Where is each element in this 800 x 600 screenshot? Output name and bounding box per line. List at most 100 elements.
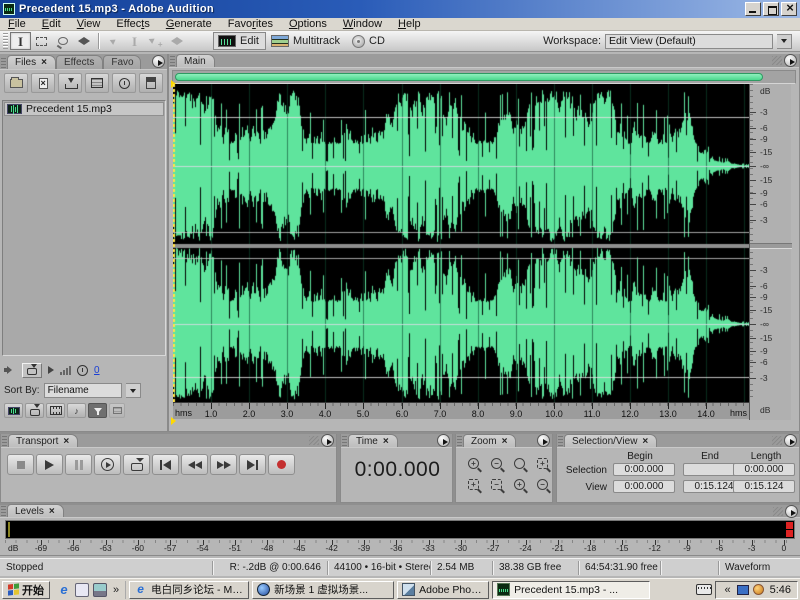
show-loop-files-button[interactable] (25, 403, 44, 418)
panel-menu-icon[interactable] (784, 434, 797, 447)
extra-filter-button[interactable] (109, 403, 125, 418)
clip-scrub-tool[interactable] (166, 32, 187, 50)
zoom-in-horizontal-button[interactable]: + (463, 454, 484, 473)
menu-effects[interactable]: Effects (108, 18, 157, 31)
taskbar-task[interactable]: 新场景 1 虚拟场景... (252, 581, 394, 599)
edit-cursor-tool[interactable]: I (124, 32, 145, 50)
sort-by-dropdown-arrow[interactable] (126, 383, 141, 398)
minimize-button[interactable] (745, 2, 761, 16)
quick-launch-overflow-icon[interactable] (111, 584, 121, 596)
stop-button[interactable] (7, 454, 34, 475)
edit-view-button[interactable]: Edit (213, 32, 266, 50)
panel-grip[interactable] (558, 436, 563, 446)
panel-grip[interactable] (170, 56, 175, 66)
advanced-options-button[interactable] (139, 73, 163, 93)
autoplay-speaker-icon[interactable] (4, 365, 16, 375)
go-to-end-button[interactable] (239, 454, 266, 475)
panel-menu-icon[interactable] (321, 434, 334, 447)
tray-update-icon[interactable] (753, 584, 764, 595)
clip-indicator-right[interactable] (786, 530, 793, 537)
title-bar[interactable]: Precedent 15.mp3 - Adobe Audition (0, 0, 800, 18)
menu-file[interactable]: File (0, 18, 34, 31)
toolbar-grip[interactable] (3, 33, 8, 49)
tab-zoom[interactable]: Zoom (463, 434, 516, 447)
play-looped-button[interactable] (123, 454, 150, 475)
go-to-beginning-button[interactable] (152, 454, 179, 475)
import-file-button[interactable] (58, 73, 82, 93)
keyboard-input-icon[interactable] (696, 584, 712, 595)
file-list[interactable]: Precedent 15.mp3 (2, 100, 166, 356)
panel-grip[interactable] (457, 436, 462, 446)
menu-view[interactable]: View (69, 18, 109, 31)
tab-files[interactable]: Files (7, 55, 56, 69)
workspace-dropdown-arrow[interactable] (777, 34, 792, 49)
restore-button[interactable] (763, 2, 779, 16)
waveform-display[interactable] (173, 84, 749, 402)
zoom-in-right-edge-button[interactable]: − (486, 475, 507, 494)
overview-scrollbar[interactable] (175, 73, 763, 81)
close-icon[interactable] (642, 437, 648, 446)
loop-preview-button[interactable] (22, 363, 42, 378)
close-file-button[interactable] (31, 73, 55, 93)
open-file-button[interactable] (4, 73, 28, 93)
tray-display-icon[interactable] (737, 585, 749, 595)
play-from-cursor-button[interactable] (94, 454, 121, 475)
filter-options-button[interactable] (88, 403, 107, 418)
close-icon[interactable] (63, 437, 69, 446)
zoom-full-button[interactable] (509, 454, 530, 473)
mail-icon[interactable] (75, 583, 89, 597)
zoom-out-horizontal-button[interactable]: − (486, 454, 507, 473)
insert-multitrack-button[interactable] (85, 73, 109, 93)
preview-volume-icon[interactable] (60, 365, 71, 375)
time-selection-tool[interactable]: I (10, 32, 31, 50)
overview-scrollbar-track[interactable] (172, 70, 796, 84)
close-icon[interactable] (383, 437, 389, 446)
show-video-files-button[interactable] (46, 403, 65, 418)
close-icon[interactable] (502, 437, 508, 446)
panel-resize-grip[interactable] (309, 436, 319, 445)
menu-options[interactable]: Options (281, 18, 335, 31)
close-button[interactable] (781, 2, 797, 16)
view-begin-field[interactable]: 0:00.000 (613, 480, 675, 493)
close-icon[interactable] (41, 58, 47, 67)
lasso-selection-tool[interactable] (52, 32, 73, 50)
level-meter[interactable] (5, 520, 795, 539)
play-button[interactable] (36, 454, 63, 475)
panel-grip[interactable] (1, 58, 6, 68)
panel-resize-grip[interactable] (772, 436, 782, 445)
panel-menu-icon[interactable] (785, 505, 798, 518)
zoom-to-selection-button[interactable]: + (532, 454, 553, 473)
tray-collapse-icon[interactable] (722, 584, 732, 596)
insert-cd-button[interactable] (112, 73, 136, 93)
preview-count-link[interactable]: 0 (94, 365, 100, 376)
scrub-tool[interactable] (73, 32, 94, 50)
show-midi-files-button[interactable]: ♪ (67, 403, 86, 418)
tab-time[interactable]: Time (348, 434, 398, 447)
db-ruler[interactable]: dB-3-6-9-15-∞-15-9-6-3-3-6-9-15-∞-15-9-6… (749, 84, 791, 420)
taskbar-task[interactable]: Adobe Photoshop (397, 581, 489, 599)
pause-button[interactable] (65, 454, 92, 475)
taskbar-task[interactable]: Precedent 15.mp3 - ... (492, 581, 650, 599)
panel-grip[interactable] (2, 436, 7, 446)
record-button[interactable] (268, 454, 295, 475)
menu-favorites[interactable]: Favorites (220, 18, 281, 31)
panel-menu-icon[interactable] (152, 55, 165, 68)
panel-menu-icon[interactable] (437, 434, 450, 447)
move-clip-tool[interactable] (145, 32, 166, 50)
start-button[interactable]: 开始 (2, 581, 50, 599)
file-list-item[interactable]: Precedent 15.mp3 (4, 102, 164, 116)
timeline-ruler[interactable]: hms hms 1.02.03.04.05.06.07.08.09.010.01… (173, 402, 749, 419)
selection-length-field[interactable]: 0:00.000 (733, 463, 795, 476)
multitrack-view-button[interactable]: Multitrack (266, 32, 347, 50)
tab-favorites[interactable]: Favo (103, 55, 141, 69)
menu-help[interactable]: Help (390, 18, 429, 31)
zoom-in-left-edge-button[interactable]: + (463, 475, 484, 494)
zoom-out-vertical-button[interactable]: − (532, 475, 553, 494)
zoom-in-vertical-button[interactable]: + (509, 475, 530, 494)
view-length-field[interactable]: 0:15.124 (733, 480, 795, 493)
clip-indicator-left[interactable] (786, 522, 793, 529)
playhead-bottom-marker[interactable] (171, 417, 176, 425)
hybrid-tool[interactable] (103, 32, 124, 50)
tab-selection-view[interactable]: Selection/View (564, 434, 657, 447)
tab-effects[interactable]: Effects (56, 55, 103, 69)
